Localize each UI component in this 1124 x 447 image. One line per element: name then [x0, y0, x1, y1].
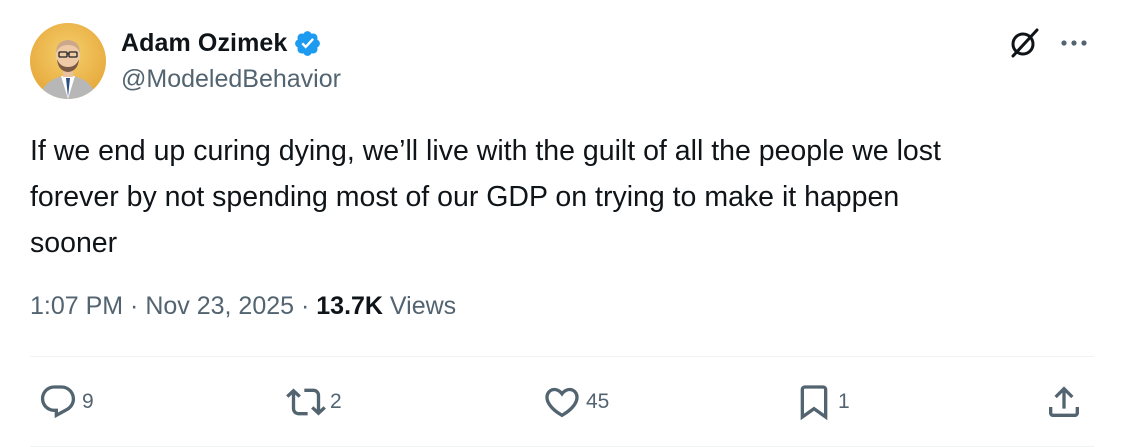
author-handle[interactable]: @ModeledBehavior — [121, 65, 341, 94]
heart-icon — [542, 382, 582, 422]
tweet-date[interactable]: Nov 23, 2025 — [145, 292, 294, 321]
tweet-meta: 1:07 PM · Nov 23, 2025 · 13.7K Views — [30, 292, 456, 321]
tweet-card: Adam Ozimek @ModeledBehavior If we end u… — [0, 0, 1124, 447]
share-icon — [1044, 382, 1084, 422]
views-count[interactable]: 13.7K — [316, 292, 383, 321]
reply-icon — [38, 382, 78, 422]
reply-button[interactable]: 9 — [38, 380, 94, 424]
author-name-row: Adam Ozimek — [121, 26, 322, 60]
divider — [30, 356, 1094, 357]
retweet-button[interactable]: 2 — [286, 380, 342, 424]
avatar[interactable] — [30, 23, 106, 99]
like-count: 45 — [586, 390, 610, 413]
more-icon[interactable] — [1057, 28, 1091, 58]
tweet-text: If we end up curing dying, we’ll live wi… — [30, 135, 941, 259]
bookmark-button[interactable]: 1 — [794, 380, 850, 424]
reply-count: 9 — [82, 390, 94, 413]
like-button[interactable]: 45 — [542, 380, 609, 424]
verified-badge-icon[interactable] — [293, 29, 322, 58]
author-display-name[interactable]: Adam Ozimek — [121, 29, 287, 58]
views-label: Views — [382, 292, 457, 320]
bookmark-count: 1 — [838, 390, 850, 413]
retweet-count: 2 — [330, 390, 342, 413]
grok-icon[interactable] — [1007, 26, 1041, 60]
retweet-icon — [286, 382, 326, 422]
meta-separator: · — [294, 292, 317, 320]
meta-separator: · — [123, 292, 146, 320]
bookmark-icon — [794, 382, 834, 422]
share-button[interactable] — [1044, 380, 1084, 424]
tweet-time[interactable]: 1:07 PM — [30, 292, 123, 321]
